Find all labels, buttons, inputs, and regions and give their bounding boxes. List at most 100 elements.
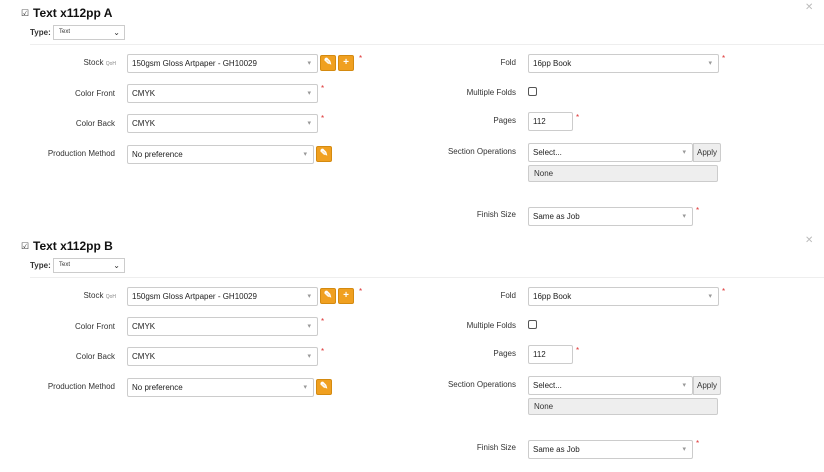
production-wrench-button[interactable]: ✎ [316,146,332,162]
edit-square-icon[interactable]: ☑ [21,8,29,19]
finish-size-select[interactable]: Same as Job ▾ [528,440,693,459]
divider [30,44,824,45]
caret-down-icon: ▾ [307,353,311,360]
stock-select[interactable]: 150gsm Gloss Artpaper - GH10029 ▾ [127,287,318,306]
pages-label: Pages [493,116,516,125]
close-icon[interactable]: ✕ [805,2,813,13]
caret-down-icon: ▾ [682,382,686,389]
multiple-folds-checkbox[interactable] [528,320,537,329]
stock-wrench-button[interactable]: ✎ [320,55,336,71]
type-select[interactable]: Text ⌄ [53,25,125,40]
color-back-label: Color Back [75,119,115,128]
section-0: ☑ Text x112pp A ✕ Type: Text ⌄ Stock QoH … [0,0,824,233]
color-front-select[interactable]: CMYK ▾ [127,317,318,336]
chevron-down-icon: ⌄ [113,261,120,270]
edit-square-icon[interactable]: ☑ [21,241,29,252]
required-mark: * [321,114,325,123]
plus-icon: + [343,290,349,301]
type-select[interactable]: Text ⌄ [53,258,125,273]
color-front-select[interactable]: CMYK ▾ [127,84,318,103]
multiple-folds-label: Multiple Folds [466,321,516,330]
required-mark: * [321,317,325,326]
multiple-folds-checkbox[interactable] [528,87,537,96]
section-operations-select-value: Select... [533,148,562,157]
production-wrench-button[interactable]: ✎ [316,379,332,395]
close-icon[interactable]: ✕ [805,235,813,246]
caret-down-icon: ▾ [682,446,686,453]
section-operations-select[interactable]: Select... ▾ [528,143,693,162]
section-title: Text x112pp A [33,6,113,20]
pages-value: 112 [533,117,546,126]
color-back-select-value: CMYK [132,352,156,361]
caret-down-icon: ▾ [682,149,686,156]
divider [30,277,824,278]
apply-button[interactable]: Apply [693,143,721,162]
production-method-select[interactable]: No preference ▾ [127,378,314,397]
caret-down-icon: ▾ [307,60,311,67]
finish-size-select[interactable]: Same as Job ▾ [528,207,693,226]
production-method-select[interactable]: No preference ▾ [127,145,314,164]
apply-button[interactable]: Apply [693,376,721,395]
section-operations-label: Section Operations [447,380,516,389]
pages-input[interactable]: 112 [528,112,573,131]
qoh-label: QoH [105,61,116,67]
color-back-select-value: CMYK [132,119,156,128]
section-operations-select[interactable]: Select... ▾ [528,376,693,395]
required-mark: * [321,84,325,93]
finish-size-label: Finish Size [476,443,516,452]
plus-icon: + [343,57,349,68]
caret-down-icon: ▾ [307,293,311,300]
caret-down-icon: ▾ [307,323,311,330]
caret-down-icon: ▾ [307,120,311,127]
required-mark: * [722,287,726,296]
caret-down-icon: ▾ [303,151,307,158]
stock-label-text: Stock [83,291,104,300]
wrench-icon: ✎ [323,57,333,68]
stock-add-button[interactable]: + [338,288,354,304]
finish-size-select-value: Same as Job [533,445,580,454]
fold-select-value: 16pp Book [533,292,572,301]
stock-label-text: Stock [83,58,104,67]
section-operations-select-value: Select... [533,381,562,390]
color-back-select[interactable]: CMYK ▾ [127,347,318,366]
section-operations-list: None [528,398,718,415]
multiple-folds-label: Multiple Folds [466,88,516,97]
required-mark: * [722,54,726,63]
finish-size-select-value: Same as Job [533,212,580,221]
caret-down-icon: ▾ [682,213,686,220]
finish-size-label: Finish Size [476,210,516,219]
caret-down-icon: ▾ [303,384,307,391]
stock-select[interactable]: 150gsm Gloss Artpaper - GH10029 ▾ [127,54,318,73]
stock-label: Stock QoH [0,58,116,67]
required-mark: * [696,439,700,448]
required-mark: * [696,206,700,215]
section-operations-label: Section Operations [447,147,516,156]
required-mark: * [576,113,580,122]
section-operations-list: None [528,165,718,182]
caret-down-icon: ▾ [708,60,712,67]
color-front-label: Color Front [74,322,115,331]
pages-input[interactable]: 112 [528,345,573,364]
required-mark: * [359,54,363,63]
chevron-down-icon: ⌄ [113,28,120,37]
stock-select-value: 150gsm Gloss Artpaper - GH10029 [132,59,257,68]
production-method-select-value: No preference [132,383,183,392]
caret-down-icon: ▾ [708,293,712,300]
stock-wrench-button[interactable]: ✎ [320,288,336,304]
stock-add-button[interactable]: + [338,55,354,71]
color-back-select[interactable]: CMYK ▾ [127,114,318,133]
list-item: None [534,402,554,411]
required-mark: * [359,287,363,296]
list-item: None [534,169,554,178]
wrench-icon: ✎ [319,381,329,392]
production-method-select-value: No preference [132,150,183,159]
fold-label: Fold [500,58,516,67]
wrench-icon: ✎ [319,148,329,159]
color-back-label: Color Back [75,352,115,361]
fold-label: Fold [500,291,516,300]
fold-select[interactable]: 16pp Book ▾ [528,287,719,306]
caret-down-icon: ▾ [307,90,311,97]
fold-select[interactable]: 16pp Book ▾ [528,54,719,73]
pages-value: 112 [533,350,546,359]
required-mark: * [321,347,325,356]
